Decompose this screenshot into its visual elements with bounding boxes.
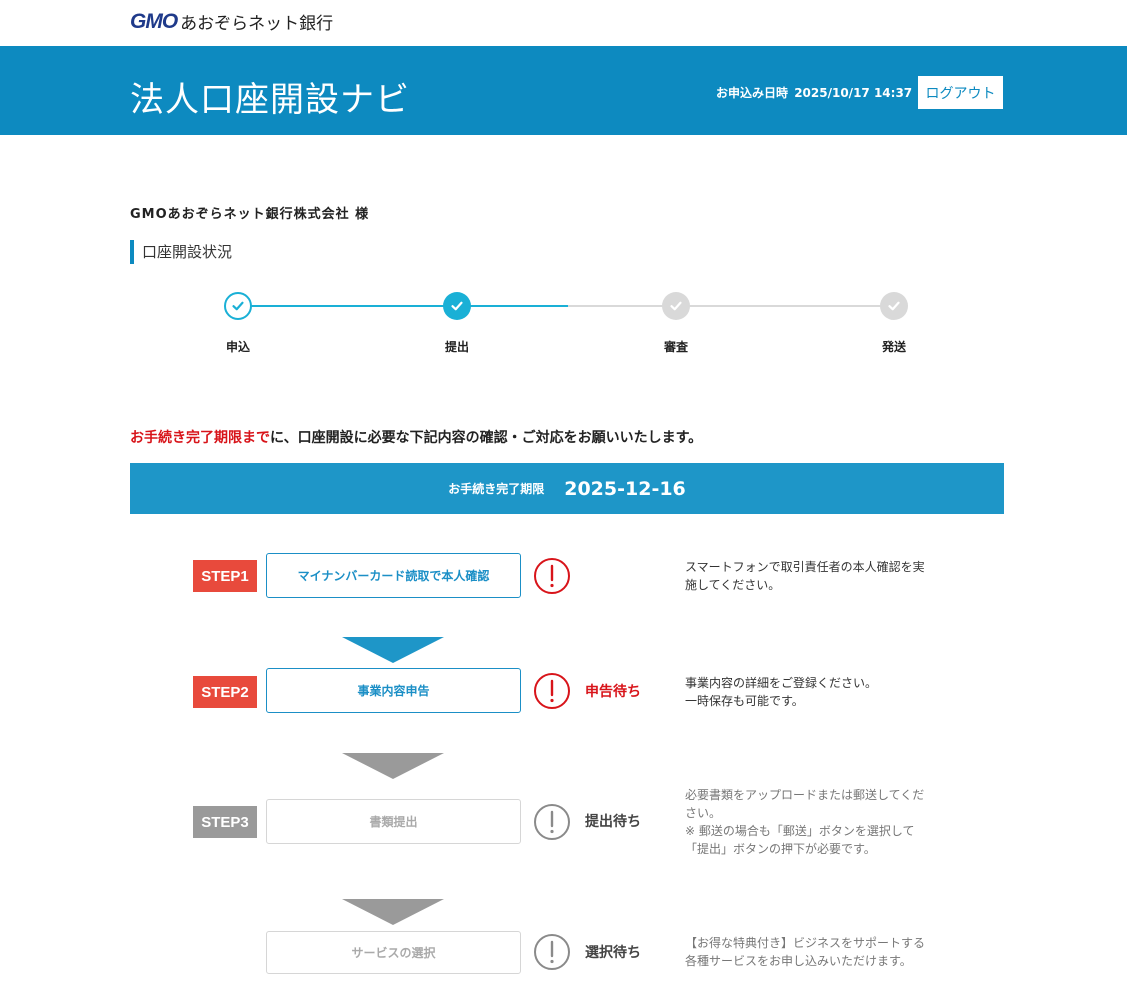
step3-status: 提出待ち [585,814,641,830]
progress-label: 審査 [663,340,688,354]
progress-tracker: 申込 提出 審査 発送 [0,292,1127,362]
step2-description: 事業内容の詳細をご登録ください。 一時保存も可能です。 [685,676,878,708]
progress-step-apply [224,292,252,320]
check-icon [670,301,682,311]
progress-step-review [662,292,690,320]
progress-step-ship [880,292,908,320]
step3-badge: STEP3 [193,806,257,838]
page-title: 法人口座開設ナビ [130,80,410,120]
apply-date-value: 2025/10/17 14:37 [794,86,913,100]
arrow-down-icon [342,899,444,925]
mynumber-verify-button[interactable]: マイナンバーカード読取で本人確認 [266,553,521,598]
check-icon [888,301,900,311]
progress-label: 提出 [444,340,469,354]
progress-line-pending [568,305,894,307]
logo-text: あおぞらネット銀行 [180,14,334,34]
progress-line-done [238,305,568,307]
deadline-value: 2025-12-16 [564,477,686,500]
business-declaration-button[interactable]: 事業内容申告 [266,668,521,713]
arrow-down-icon [342,637,444,663]
company-name: GMOあおぞらネット銀行株式会社 様 [130,207,370,222]
progress-label: 申込 [225,340,250,354]
step1-description: スマートフォンで取引責任者の本人確認を実 施してください。 [685,560,925,592]
arrow-down-icon [342,753,444,779]
step1-badge: STEP1 [193,560,257,592]
notice-text: に、口座開設に必要な下記内容の確認・ご対応をお願いいたします。 [270,430,703,446]
check-icon [232,301,244,311]
document-submit-button[interactable]: 書類提出 [266,799,521,844]
alert-icon [534,558,570,594]
step4-description: 【お得な特典付き】ビジネスをサポートする 各種サービスをお申し込みいただけます。 [685,936,926,968]
section-title: 口座開設状況 [130,240,232,264]
deadline-label: お手続き完了期限 [448,482,545,496]
progress-label: 発送 [881,340,906,354]
top-bar: GMO あおぞらネット銀行 [0,0,1127,46]
step4-status: 選択待ち [585,945,641,961]
deadline-notice: お手続き完了期限までに、口座開設に必要な下記内容の確認・ご対応をお願いいたします… [130,427,702,447]
notice-highlight: お手続き完了期限まで [130,430,270,446]
service-select-button[interactable]: サービスの選択 [266,931,521,974]
application-datetime: お申込み日時 2025/10/17 14:37 [714,84,912,101]
page-header: 法人口座開設ナビ お申込み日時 2025/10/17 14:37 ログアウト [0,46,1127,135]
logo-mark: GMO [130,9,178,33]
step2-badge: STEP2 [193,676,257,708]
alert-icon [534,673,570,709]
check-icon [451,301,463,311]
bank-logo[interactable]: GMO あおぞらネット銀行 [130,9,334,35]
logout-button[interactable]: ログアウト [918,76,1003,109]
alert-icon [534,934,570,970]
step3-description: 必要書類をアップロードまたは郵送してくだ さい。 ※ 郵送の場合も「郵送」ボタン… [685,788,925,856]
apply-date-label: お申込み日時 [716,86,789,100]
step2-status: 申告待ち [585,684,641,700]
progress-step-submit [443,292,471,320]
alert-icon [534,804,570,840]
deadline-bar: お手続き完了期限 2025-12-16 [130,463,1004,514]
